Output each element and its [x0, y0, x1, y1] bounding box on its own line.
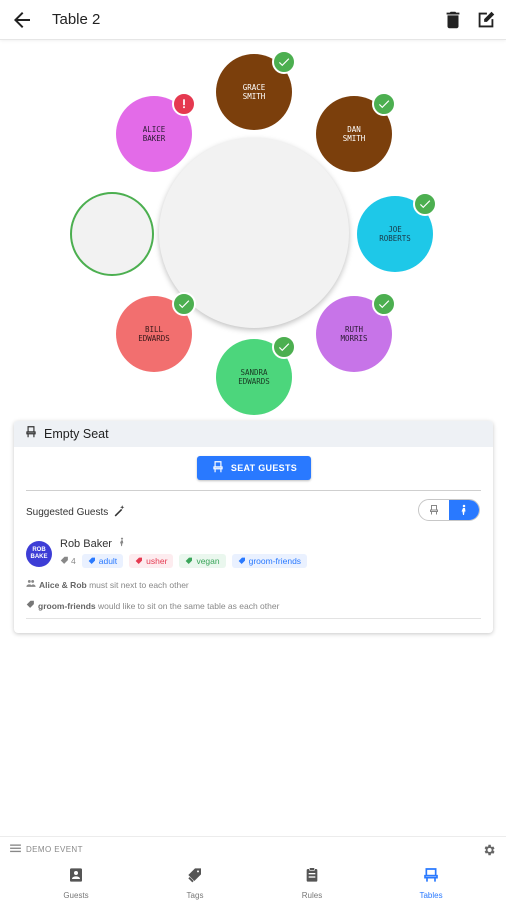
page-title: Table 2: [52, 11, 101, 28]
seat-name: Alice Baker: [142, 125, 166, 143]
person-mode-icon[interactable]: [449, 500, 479, 520]
seat-ruth-morris[interactable]: Ruth Morris: [316, 292, 396, 372]
tab-label: Tags: [186, 891, 204, 900]
tag-label: groom-friends: [248, 556, 302, 566]
seat-icon: [24, 425, 38, 444]
check-icon: [413, 192, 437, 216]
tables-icon: [423, 867, 439, 888]
suggested-guests-label: Suggested Guests: [26, 506, 109, 518]
rule-item: groom-friends would like to sit on the s…: [26, 600, 279, 611]
seat-name: Bill Edwards: [138, 325, 170, 343]
rule-subject: groom-friends: [38, 600, 96, 611]
alert-icon: [172, 92, 196, 116]
magic-wand-icon: [113, 504, 126, 520]
tag-usher: usher: [129, 554, 174, 568]
tag-groom-friends: groom-friends: [231, 554, 308, 568]
tag-count: 4: [71, 556, 76, 566]
seat-sandra-edwards[interactable]: Sandra Edwards: [216, 335, 296, 415]
seat-icon: [211, 460, 225, 476]
rule-subject: Alice & Rob: [39, 579, 87, 590]
guests-icon: [68, 867, 84, 888]
seat-bill-edwards[interactable]: Bill Edwards: [116, 292, 196, 372]
guest-tags: 4 adult usher vegan groom-friends: [60, 554, 313, 568]
seat-joe-roberts[interactable]: Joe Roberts: [357, 192, 437, 272]
divider: [26, 490, 481, 491]
tag-label: usher: [146, 556, 168, 566]
seat-dan-smith[interactable]: Dan Smith: [316, 92, 396, 172]
tab-label: Guests: [63, 891, 89, 900]
tag-icon: [26, 600, 35, 611]
guest-name-row: Rob Baker: [60, 536, 127, 551]
rule-item: Alice & Rob must sit next to each other: [26, 579, 189, 590]
tag-vegan: vegan: [179, 554, 226, 568]
check-icon: [172, 292, 196, 316]
seat-alice-baker[interactable]: Alice Baker: [116, 92, 196, 172]
bottom-navigation: DEMO EVENT Guests Tags Rules Tables: [0, 836, 506, 900]
arrow-left-icon[interactable]: [10, 8, 34, 32]
check-icon: [372, 92, 396, 116]
guest-name: Rob Baker: [60, 537, 112, 550]
app-bar: Table 2: [0, 0, 506, 40]
suggested-guests-heading: Suggested Guests: [26, 504, 126, 520]
check-icon: [272, 335, 296, 359]
trash-icon[interactable]: [442, 9, 464, 31]
tab-tags[interactable]: Tags: [155, 867, 235, 901]
suggestion-mode-toggle[interactable]: [418, 499, 480, 521]
list-icon: [10, 844, 21, 855]
tags-icon: [187, 867, 203, 888]
tag-count-icon: [60, 556, 69, 567]
rules-icon: [304, 867, 320, 888]
divider: [26, 618, 481, 619]
tag-label: adult: [98, 556, 118, 566]
seat-guests-button[interactable]: SEAT GUESTS: [197, 456, 311, 480]
tag-adult: adult: [81, 554, 124, 568]
people-icon: [26, 579, 36, 590]
event-name: DEMO EVENT: [26, 845, 83, 854]
person-icon: [117, 536, 127, 551]
tab-tables[interactable]: Tables: [391, 867, 471, 901]
seat-mode-icon[interactable]: [419, 500, 449, 520]
seat-grace-smith[interactable]: Grace Smith: [216, 50, 296, 130]
tab-label: Rules: [301, 891, 323, 900]
seat-empty[interactable]: [70, 192, 154, 276]
edit-icon[interactable]: [475, 9, 497, 31]
check-icon: [372, 292, 396, 316]
tab-label: Tables: [419, 891, 443, 900]
seat-name: Joe Roberts: [379, 225, 411, 243]
seat-name: Sandra Edwards: [238, 368, 270, 386]
gear-icon[interactable]: [482, 843, 496, 857]
check-icon: [272, 50, 296, 74]
avatar: ROB BAKE: [26, 541, 52, 567]
seat-guests-label: SEAT GUESTS: [230, 463, 298, 473]
rule-text: would like to sit on the same table as e…: [95, 600, 280, 611]
tab-guests[interactable]: Guests: [36, 867, 116, 901]
empty-seat-panel: Empty Seat SEAT GUESTS Suggested Guests …: [14, 421, 493, 633]
tab-rules[interactable]: Rules: [272, 867, 352, 901]
panel-title: Empty Seat: [44, 427, 109, 441]
tag-label: vegan: [196, 556, 220, 566]
event-selector[interactable]: DEMO EVENT: [10, 844, 83, 855]
table-layout: Grace Smith Dan Smith Joe Roberts Ruth M…: [0, 40, 506, 420]
panel-header: Empty Seat: [14, 421, 493, 447]
seat-name: Dan Smith: [342, 125, 366, 143]
seat-name: Grace Smith: [242, 83, 266, 101]
rule-text: must sit next to each other: [86, 579, 189, 590]
seat-name: Ruth Morris: [340, 325, 368, 343]
